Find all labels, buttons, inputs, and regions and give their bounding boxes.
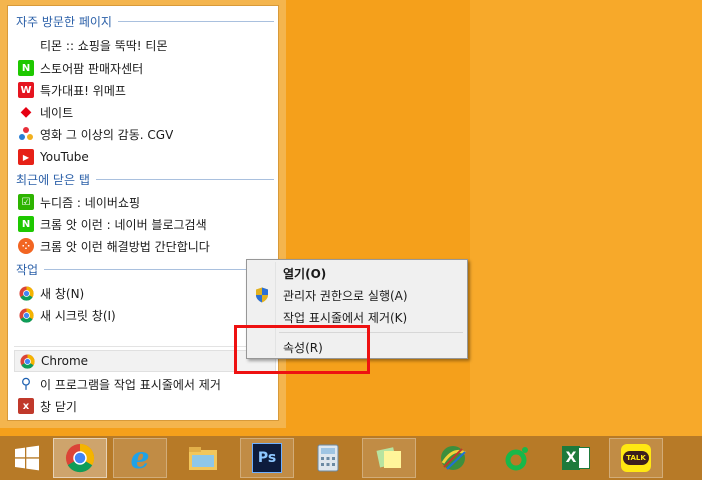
footer-close-window[interactable]: x 창 닫기 — [14, 395, 276, 417]
kakaotalk-icon: TALK — [621, 444, 651, 472]
naver-shopping-icon: ☑ — [18, 194, 34, 210]
calculator-icon — [317, 444, 339, 472]
taskbar-chrome[interactable] — [53, 438, 107, 478]
kakaotalk-label: TALK — [623, 451, 649, 465]
taskbar-excel[interactable]: X — [549, 438, 603, 478]
frequent-item-wemakeprice[interactable]: W 특가대표! 위메프 — [14, 79, 276, 101]
frequent-item-youtube[interactable]: ▶ YouTube — [14, 146, 276, 168]
photoshop-icon: Ps — [252, 443, 282, 473]
frequent-item-cgv[interactable]: 영화 그 이상의 감동. CGV — [14, 123, 276, 145]
item-label: 이 프로그램을 작업 표시줄에서 제거 — [40, 377, 221, 392]
excel-sheet-icon — [578, 447, 590, 469]
item-label: 영화 그 이상의 감동. CGV — [40, 127, 174, 142]
close-window-icon: x — [18, 398, 34, 414]
taskbar-paint-app[interactable] — [426, 438, 480, 478]
red-highlight-box — [234, 325, 370, 374]
sticky-notes-icon — [376, 447, 401, 468]
item-label: 창 닫기 — [40, 399, 77, 414]
item-label: 네이트 — [40, 105, 74, 120]
item-label: 누디즘 : 네이버쇼핑 — [40, 195, 140, 210]
wemakeprice-w-icon: W — [18, 82, 34, 98]
orange-dots-icon: ⁘ — [18, 238, 34, 254]
menu-item-label: 작업 표시줄에서 제거(K) — [283, 310, 408, 325]
recent-item-naver-blog[interactable]: N 크롬 앗 이런 : 네이버 블로그검색 — [14, 213, 276, 235]
tasks-header: 작업 — [16, 260, 274, 278]
recent-item-solution[interactable]: ⁘ 크롬 앗 이런 해결방법 간단합니다 — [14, 235, 276, 257]
task-new-window[interactable]: 새 창(N) — [14, 282, 276, 304]
frequent-header: 자주 방문한 페이지 — [16, 12, 274, 30]
windows-logo-icon — [15, 445, 39, 471]
taskbar: e Ps X TALK — [0, 436, 702, 480]
frequent-item-storefarm[interactable]: N 스토어팜 판매자센터 — [14, 57, 276, 79]
naver-n-icon: N — [18, 216, 34, 232]
item-label: 티몬 :: 쇼핑을 뚝딱! 티몬 — [40, 38, 168, 53]
menu-item-label: 열기(O) — [283, 266, 327, 281]
uac-shield-icon — [256, 287, 268, 303]
item-label: Chrome — [41, 354, 89, 368]
chrome-icon — [65, 443, 95, 473]
start-button[interactable] — [0, 438, 54, 478]
excel-icon: X — [562, 446, 590, 470]
recent-item-nudism[interactable]: ☑ 누디즘 : 네이버쇼핑 — [14, 191, 276, 213]
unpin-icon: ⚲ — [20, 376, 32, 392]
taskbar-calculator[interactable] — [301, 438, 355, 478]
nate-cube-icon: ◆ — [20, 104, 32, 120]
folder-icon — [189, 447, 217, 470]
menu-item-label: 관리자 권한으로 실행(A) — [283, 288, 408, 303]
blank-icon — [18, 37, 34, 53]
frequent-header-label: 자주 방문한 페이지 — [16, 14, 112, 29]
menu-item-run-as-admin[interactable]: 관리자 권한으로 실행(A) — [249, 284, 465, 306]
taskbar-kakaotalk[interactable]: TALK — [609, 438, 663, 478]
task-new-incognito[interactable]: 새 시크릿 창(I) — [14, 304, 276, 326]
recent-header-label: 최근에 닫은 탭 — [16, 172, 90, 187]
recent-header: 최근에 닫은 탭 — [16, 170, 274, 188]
paint-globe-icon — [441, 446, 466, 470]
cgv-dots-icon — [18, 126, 34, 142]
frequent-item-nate[interactable]: ◆ 네이트 — [14, 101, 276, 123]
menu-item-open[interactable]: 열기(O) — [249, 262, 465, 284]
desktop-pane — [470, 0, 702, 436]
youtube-play-icon: ▶ — [18, 149, 34, 165]
taskbar-file-explorer[interactable] — [176, 438, 230, 478]
item-label: YouTube — [40, 150, 89, 164]
green-ring-icon — [505, 447, 528, 471]
item-label: 스토어팜 판매자센터 — [40, 61, 144, 76]
item-label: 크롬 앗 이런 : 네이버 블로그검색 — [40, 217, 207, 232]
taskbar-internet-explorer[interactable]: e — [113, 438, 167, 478]
tasks-header-label: 작업 — [16, 262, 39, 277]
naver-n-icon: N — [18, 60, 34, 76]
footer-unpin[interactable]: ⚲ 이 프로그램을 작업 표시줄에서 제거 — [14, 373, 276, 395]
item-label: 새 시크릿 창(I) — [40, 308, 116, 323]
taskbar-sticky-notes[interactable] — [362, 438, 416, 478]
item-label: 특가대표! 위메프 — [40, 83, 126, 98]
chrome-icon — [18, 285, 34, 301]
chrome-icon — [19, 353, 35, 369]
taskbar-photoshop[interactable]: Ps — [240, 438, 294, 478]
chrome-icon — [18, 307, 34, 323]
frequent-item-tmon[interactable]: 티몬 :: 쇼핑을 뚝딱! 티몬 — [14, 34, 276, 56]
item-label: 새 창(N) — [40, 286, 85, 301]
internet-explorer-icon: e — [130, 440, 150, 476]
taskbar-green-ring-app[interactable] — [489, 438, 543, 478]
item-label: 크롬 앗 이런 해결방법 간단합니다 — [40, 239, 210, 254]
